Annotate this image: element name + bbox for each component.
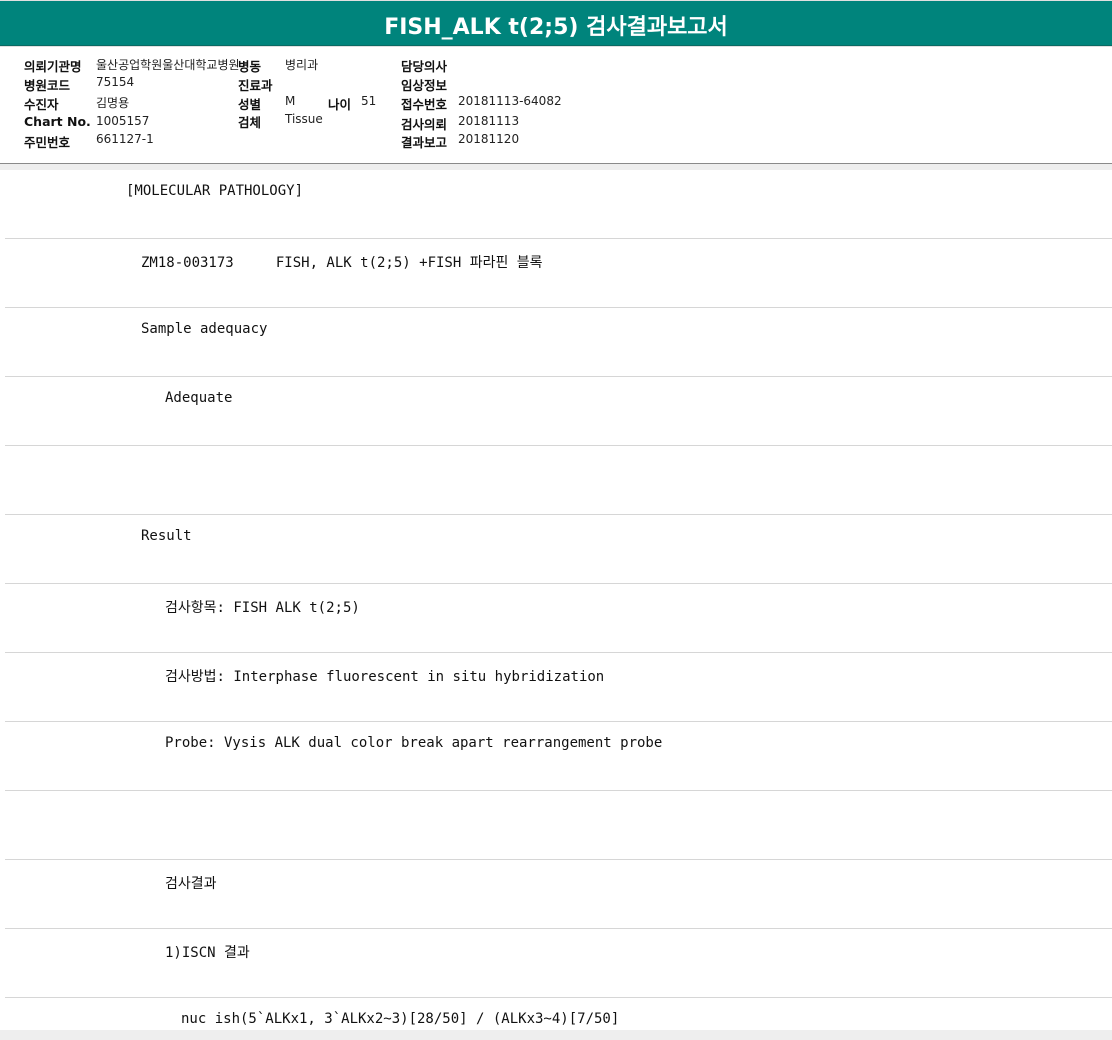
report-line-text: Result bbox=[141, 528, 192, 544]
report-line-text: Adequate bbox=[165, 390, 233, 406]
ward-label: 병동 bbox=[238, 59, 262, 74]
report-title: FISH_ALK t(2;5) 검사결과보고서 bbox=[0, 1, 1112, 46]
sex-value: M bbox=[285, 94, 296, 108]
id-no-value: 661127-1 bbox=[96, 132, 154, 146]
report-line: Probe: Vysis ALK dual color break apart … bbox=[5, 722, 1112, 791]
department-label: 진료과 bbox=[238, 78, 273, 93]
report-line-text: Probe: Vysis ALK dual color break apart … bbox=[165, 735, 663, 751]
report-line-text: Sample adequacy bbox=[141, 321, 268, 337]
report-body: [MOLECULAR PATHOLOGY] ZM18-003173 FISH, … bbox=[0, 170, 1112, 1030]
report-line: 검사결과 bbox=[5, 860, 1112, 929]
report-date-label: 결과보고 bbox=[401, 135, 448, 150]
report-line: 1)ISCN 결과 bbox=[5, 929, 1112, 998]
report-line-text: 검사방법: Interphase fluorescent in situ hyb… bbox=[165, 669, 605, 685]
doctor-label: 담당의사 bbox=[401, 59, 448, 74]
institution-value: 울산공업학원울산대학교병원 bbox=[96, 58, 240, 72]
report-header-info: 의뢰기관명 울산공업학원울산대학교병원 병동 병리과 담당의사 병원코드 751… bbox=[0, 47, 1112, 164]
report-line: [MOLECULAR PATHOLOGY] bbox=[5, 170, 1112, 239]
chart-no-value: 1005157 bbox=[96, 114, 150, 128]
id-no-label: 주민번호 bbox=[24, 135, 71, 150]
sex-label: 성별 bbox=[238, 97, 262, 112]
clinical-info-label: 임상정보 bbox=[401, 78, 448, 93]
receipt-no-label: 접수번호 bbox=[401, 97, 448, 112]
report-line: 검사항목: FISH ALK t(2;5) bbox=[5, 584, 1112, 653]
report-line: Adequate bbox=[5, 377, 1112, 446]
report-line: Result bbox=[5, 515, 1112, 584]
report-line: nuc ish(5`ALKx1, 3`ALKx2~3)[28/50] / (AL… bbox=[5, 998, 1112, 1030]
report-line-text: [MOLECULAR PATHOLOGY] bbox=[126, 183, 304, 199]
report-line-text: 검사항목: FISH ALK t(2;5) bbox=[165, 600, 360, 616]
bottom-strip bbox=[0, 1030, 1112, 1040]
hospital-code-label: 병원코드 bbox=[24, 78, 71, 93]
request-date-label: 검사의뢰 bbox=[401, 117, 448, 132]
report-line-text: 1)ISCN 결과 bbox=[165, 945, 250, 961]
report-date-value: 20181120 bbox=[458, 132, 520, 146]
report-line: Sample adequacy bbox=[5, 308, 1112, 377]
report-line-text: ZM18-003173 FISH, ALK t(2;5) +FISH 파라핀 블… bbox=[141, 255, 543, 271]
report-line bbox=[5, 791, 1112, 860]
report-line-text: 검사결과 bbox=[165, 876, 217, 892]
title-bar: FISH_ALK t(2;5) 검사결과보고서 bbox=[0, 0, 1112, 47]
report-line-text: nuc ish(5`ALKx1, 3`ALKx2~3)[28/50] / (AL… bbox=[181, 1011, 620, 1027]
chart-no-label: Chart No. bbox=[24, 114, 91, 129]
specimen-value: Tissue bbox=[285, 112, 323, 126]
request-date-value: 20181113 bbox=[458, 114, 520, 128]
age-value: 51 bbox=[361, 94, 377, 108]
receipt-no-value: 20181113-64082 bbox=[458, 94, 562, 108]
specimen-label: 검체 bbox=[238, 115, 262, 130]
patient-label: 수진자 bbox=[24, 97, 59, 112]
institution-label: 의뢰기관명 bbox=[24, 59, 82, 74]
ward-value: 병리과 bbox=[285, 58, 319, 72]
report-line bbox=[5, 446, 1112, 515]
report-line: 검사방법: Interphase fluorescent in situ hyb… bbox=[5, 653, 1112, 722]
patient-value: 김명용 bbox=[96, 96, 130, 110]
age-label: 나이 bbox=[328, 97, 352, 112]
report-line: ZM18-003173 FISH, ALK t(2;5) +FISH 파라핀 블… bbox=[5, 239, 1112, 308]
hospital-code-value: 75154 bbox=[96, 75, 135, 89]
